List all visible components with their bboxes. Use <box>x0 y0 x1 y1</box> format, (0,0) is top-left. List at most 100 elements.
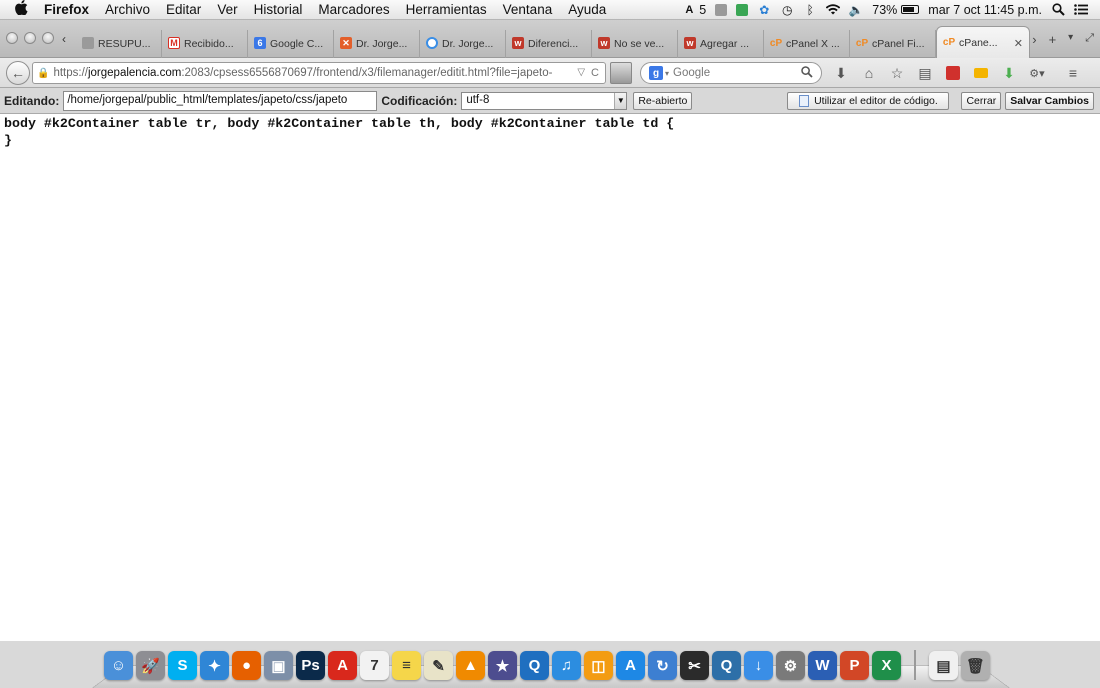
time-machine-icon[interactable]: ◷ <box>780 3 794 17</box>
finder-icon[interactable]: ☺ <box>104 651 133 680</box>
calendar-icon[interactable]: 7 <box>360 651 389 680</box>
close-button[interactable]: Cerrar <box>961 91 1002 110</box>
search-icon[interactable] <box>801 65 813 81</box>
document-icon[interactable]: ▤ <box>929 651 958 680</box>
code-editor-button[interactable]: Utilizar el editor de código. <box>787 91 950 110</box>
url-bar[interactable]: 🔒 https:// jorgepalencia.com :2083/cpses… <box>32 62 606 84</box>
tab-gmail[interactable]: M Recibido... <box>162 30 248 58</box>
extension-icon[interactable]: ⚙▾ <box>1028 64 1046 82</box>
tab-label: cPane... <box>959 36 998 49</box>
menu-historial[interactable]: Historial <box>246 2 311 17</box>
menu-app-name[interactable]: Firefox <box>36 2 97 17</box>
downloads-icon[interactable]: ⬇ <box>832 64 850 82</box>
tab-cpanel-file[interactable]: cP cPanel Fi... <box>850 30 936 58</box>
excel-icon[interactable]: X <box>872 651 901 680</box>
menu-herramientas[interactable]: Herramientas <box>398 2 495 17</box>
download-icon[interactable]: ↓ <box>744 651 773 680</box>
home-icon[interactable]: ⌂ <box>860 64 878 82</box>
word-icon[interactable]: W <box>808 651 837 680</box>
bookmark-star-icon[interactable]: ☆ <box>888 64 906 82</box>
menu-marcadores[interactable]: Marcadores <box>310 2 397 17</box>
bluetooth-icon[interactable]: ᛒ <box>803 3 817 17</box>
tab-dr-jorge-1[interactable]: ✕ Dr. Jorge... <box>334 30 420 58</box>
skype-icon[interactable]: S <box>168 651 197 680</box>
app-status-icon[interactable] <box>715 3 728 16</box>
addon-red-icon[interactable] <box>944 64 962 82</box>
safari-icon[interactable]: ✦ <box>200 651 229 680</box>
search-engine-dropdown-icon[interactable]: ▾ <box>665 69 669 78</box>
tabs-scroll-right-icon[interactable]: › <box>1032 32 1036 47</box>
acrobat-icon[interactable]: A <box>328 651 357 680</box>
menu-ver[interactable]: Ver <box>209 2 245 17</box>
battery-icon[interactable] <box>901 5 920 14</box>
message-icon[interactable] <box>736 3 749 16</box>
system-prefs-icon[interactable]: ⚙ <box>776 651 805 680</box>
ibooks-icon[interactable]: ◫ <box>584 651 613 680</box>
tab-cpanel-x[interactable]: cP cPanel X ... <box>764 30 850 58</box>
menu-archivo[interactable]: Archivo <box>97 2 158 17</box>
tabs-scroll-left-icon[interactable]: ‹ <box>62 32 66 46</box>
appstore-icon[interactable]: A <box>616 651 645 680</box>
file-path-field[interactable]: /home/jorgepal/public_html/templates/jap… <box>63 90 378 111</box>
download-helper-icon[interactable]: ⬇ <box>1000 64 1018 82</box>
encoding-select[interactable]: utf-8 ▼ <box>461 91 628 110</box>
menu-ventana[interactable]: Ventana <box>495 2 561 17</box>
tab-label: cPanel Fi... <box>872 38 925 50</box>
preview-icon[interactable]: ▣ <box>264 651 293 680</box>
bookmarks-menu-icon[interactable]: ▤ <box>916 64 934 82</box>
zoom-window-button[interactable] <box>42 32 54 44</box>
stickies-icon[interactable]: ≡ <box>392 651 421 680</box>
search-bar[interactable]: g ▾ Google <box>640 62 822 84</box>
menu-editar[interactable]: Editar <box>158 2 209 17</box>
clock[interactable]: mar 7 oct 11:45 p.m. <box>928 3 1042 17</box>
reload-icon[interactable]: C <box>591 67 599 79</box>
firefox-icon[interactable]: ● <box>232 651 261 680</box>
tab-list-icon[interactable]: ▾ <box>1068 32 1073 47</box>
spotlight-icon[interactable] <box>1051 3 1065 17</box>
tab-presupuesto[interactable]: RESUPU... <box>76 30 162 58</box>
encoding-label: Codificación: <box>381 93 458 108</box>
trash-icon[interactable]: 🗑 <box>961 651 990 680</box>
tab-cpanel-active[interactable]: cP cPane... ✕ <box>936 26 1030 58</box>
dropbox-icon[interactable]: ✿ <box>757 3 771 17</box>
sync-icon[interactable]: ↻ <box>648 651 677 680</box>
save-changes-button[interactable]: Salvar Cambios <box>1005 91 1094 110</box>
finalcut-icon[interactable]: ✂ <box>680 651 709 680</box>
launchpad-icon[interactable]: 🚀 <box>136 651 165 680</box>
close-tab-icon[interactable]: ✕ <box>1014 37 1023 50</box>
url-dropdown-icon[interactable]: ▽ <box>577 67 585 79</box>
vlc-icon[interactable]: ▲ <box>456 651 485 680</box>
tab-google-calendar[interactable]: 6 Google C... <box>248 30 334 58</box>
adobe-icon[interactable]: A <box>682 3 696 17</box>
apple-menu-icon[interactable] <box>6 0 36 19</box>
itunes-icon[interactable]: ♫ <box>552 651 581 680</box>
close-window-button[interactable] <box>6 32 18 44</box>
tab-no-se-ve[interactable]: w No se ve... <box>592 30 678 58</box>
reopen-button[interactable]: Re-abierto <box>633 91 693 110</box>
menu-icon[interactable]: ≡ <box>1064 64 1082 82</box>
quicktime-player-icon[interactable]: Q <box>712 651 741 680</box>
quicktime-icon[interactable]: Q <box>520 651 549 680</box>
new-tab-icon[interactable]: + <box>1049 32 1057 47</box>
page-thumbnail-icon[interactable] <box>610 62 632 84</box>
url-domain: jorgepalencia.com <box>87 67 182 79</box>
menu-ayuda[interactable]: Ayuda <box>560 2 614 17</box>
back-button[interactable]: ← <box>6 61 30 85</box>
notification-center-icon[interactable] <box>1074 3 1088 17</box>
imovie-icon[interactable]: ★ <box>488 651 517 680</box>
volume-icon[interactable]: 🔈 <box>849 3 864 17</box>
notes-icon[interactable]: ✎ <box>424 651 453 680</box>
fullscreen-icon[interactable]: ⤢ <box>1085 32 1094 47</box>
google-icon[interactable]: g <box>649 66 663 80</box>
wifi-icon[interactable] <box>826 3 841 17</box>
tab-diferencia[interactable]: w Diferenci... <box>506 30 592 58</box>
minimize-window-button[interactable] <box>24 32 36 44</box>
gmail-icon: M <box>168 37 180 49</box>
addon-yellow-icon[interactable] <box>972 64 990 82</box>
photoshop-icon[interactable]: Ps <box>296 651 325 680</box>
code-textarea[interactable]: body #k2Container table tr, body #k2Cont… <box>4 115 1094 640</box>
tab-agregar[interactable]: w Agregar ... <box>678 30 764 58</box>
powerpoint-icon[interactable]: P <box>840 651 869 680</box>
tab-dr-jorge-2[interactable]: Dr. Jorge... <box>420 30 506 58</box>
tab-label: Dr. Jorge... <box>442 38 494 50</box>
